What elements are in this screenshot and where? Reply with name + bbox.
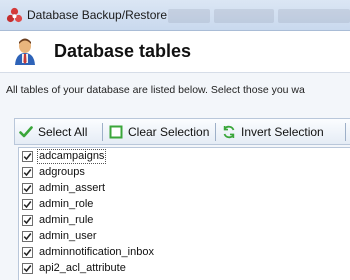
- table-checkbox[interactable]: [22, 214, 33, 226]
- invert-selection-label: Invert Selection: [241, 125, 324, 139]
- database-user-icon: [15, 38, 35, 65]
- table-name: admin_user: [39, 229, 97, 242]
- window-titlebar: Database Backup/Restore: [0, 0, 350, 31]
- checkmark-icon: [19, 126, 33, 138]
- table-row[interactable]: adgroups: [19, 164, 350, 180]
- table-checkbox[interactable]: [22, 230, 33, 242]
- table-row[interactable]: adcampaigns: [19, 148, 350, 164]
- table-row[interactable]: admin_role: [19, 196, 350, 212]
- empty-box-icon: [109, 125, 123, 139]
- table-name: admin_role: [39, 197, 94, 210]
- table-name: adgroups: [39, 165, 85, 178]
- background-tab-ghost: [278, 9, 350, 23]
- table-name: adminnotification_inbox: [39, 245, 154, 258]
- table-row[interactable]: admin_assert: [19, 180, 350, 196]
- description-text: All tables of your database are listed b…: [6, 84, 305, 96]
- table-row[interactable]: admin_user: [19, 228, 350, 244]
- select-all-label: Select All: [38, 125, 88, 139]
- table-checkbox[interactable]: [22, 246, 33, 258]
- tables-list: adcampaigns adgroups admin_assert admin_…: [18, 147, 350, 280]
- table-name: admin_assert: [39, 181, 106, 194]
- background-tab-ghost: [168, 9, 210, 23]
- table-row[interactable]: admin_rule: [19, 212, 350, 228]
- table-row[interactable]: api2_acl_attribute: [19, 260, 350, 276]
- table-name: api2_acl_attribute: [39, 261, 126, 274]
- select-all-button[interactable]: Select All: [19, 123, 87, 141]
- toolbar-separator: [102, 123, 103, 141]
- refresh-arrows-icon: [223, 125, 235, 139]
- table-checkbox[interactable]: [22, 182, 33, 194]
- window-title: Database Backup/Restore: [27, 8, 168, 22]
- clear-selection-button[interactable]: Clear Selection: [109, 123, 209, 141]
- table-row[interactable]: adminnotification_inbox: [19, 244, 350, 260]
- page-header: Database tables: [0, 31, 350, 71]
- invert-selection-button[interactable]: Invert Selection: [222, 123, 324, 141]
- table-checkbox[interactable]: [22, 166, 33, 178]
- table-checkbox[interactable]: [22, 198, 33, 210]
- app-logo-icon: [6, 7, 23, 23]
- table-checkbox[interactable]: [22, 150, 33, 162]
- toolbar-separator: [215, 123, 216, 141]
- clear-selection-label: Clear Selection: [128, 125, 210, 139]
- page-title: Database tables: [54, 41, 192, 61]
- table-checkbox[interactable]: [22, 262, 33, 274]
- toolbar-separator: [345, 123, 346, 141]
- table-name: adcampaigns: [37, 148, 107, 164]
- background-tab-ghost: [214, 9, 274, 23]
- selection-toolbar: Select All Clear Selection Invert Select…: [14, 118, 350, 145]
- table-name: admin_rule: [39, 213, 94, 226]
